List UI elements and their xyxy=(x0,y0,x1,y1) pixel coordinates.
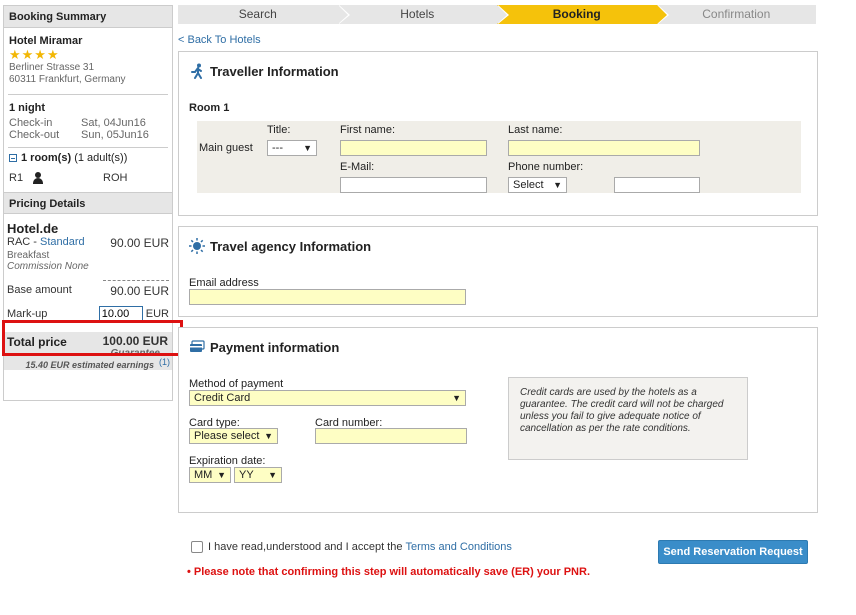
payment-method-label: Method of payment xyxy=(189,378,284,390)
agency-panel: Travel agency Information Email address xyxy=(178,226,818,317)
terms-link[interactable]: Terms and Conditions xyxy=(405,541,511,553)
address-line-1: Berliner Strasse 31 xyxy=(9,62,95,73)
email-field[interactable] xyxy=(340,177,487,193)
agency-title: Travel agency Information xyxy=(189,238,371,254)
checkin-value: Sat, 04Jun16 xyxy=(81,117,146,129)
expiration-year-select[interactable]: YY ▼ xyxy=(234,467,282,483)
rooms-count: 1 room(s) xyxy=(21,152,72,164)
booking-summary-title: Booking Summary xyxy=(4,6,172,28)
card-type-select[interactable]: Please select ▼ xyxy=(189,428,278,444)
hotel-name: Hotel Miramar xyxy=(9,35,83,47)
guarantee-label: Guarantee xyxy=(110,348,160,359)
chevron-down-icon: ▼ xyxy=(303,143,312,153)
rate-amount: 90.00 EUR xyxy=(110,236,169,250)
booking-summary-sidebar: Booking Summary Hotel Miramar ★★★★ Berli… xyxy=(3,5,173,401)
chevron-down-icon: ▼ xyxy=(217,470,226,480)
card-number-field[interactable] xyxy=(315,428,467,444)
room-id: R1 xyxy=(9,172,24,184)
email-label: E-Mail: xyxy=(340,161,375,173)
markup-label: Mark-up xyxy=(7,308,48,320)
checkout-label: Check-out xyxy=(9,129,60,141)
phone-number-field[interactable] xyxy=(614,177,700,193)
phone-label: Phone number: xyxy=(508,161,584,173)
title-select[interactable]: --- ▼ xyxy=(267,140,317,156)
pricing-details-title: Pricing Details xyxy=(4,192,172,214)
collapse-icon[interactable] xyxy=(9,154,17,162)
credit-card-icon xyxy=(190,340,205,352)
last-name-field[interactable] xyxy=(508,140,700,156)
step-search[interactable]: Search xyxy=(178,5,350,24)
address-line-2: 60311 Frankfurt, Germany xyxy=(9,74,126,85)
markup-input[interactable] xyxy=(98,306,143,322)
earnings-footnote-link[interactable]: (1) xyxy=(159,357,170,367)
agency-email-label: Email address xyxy=(189,277,259,289)
star-rating: ★★★★ xyxy=(9,47,60,62)
back-to-hotels-link[interactable]: < Back To Hotels xyxy=(178,34,261,46)
payment-panel: Payment information Method of payment Cr… xyxy=(178,327,818,513)
base-amount-label: Base amount xyxy=(7,284,72,296)
step-booking: Booking xyxy=(497,5,669,24)
breakfast-text: Breakfast xyxy=(7,250,50,261)
sun-icon xyxy=(189,238,205,254)
chevron-down-icon: ▼ xyxy=(452,393,461,403)
step-hotels[interactable]: Hotels xyxy=(337,5,509,24)
rate-prefix: RAC - xyxy=(7,236,40,248)
payment-method-select[interactable]: Credit Card ▼ xyxy=(189,390,466,406)
main-guest-label: Main guest xyxy=(199,142,253,154)
chevron-down-icon: ▼ xyxy=(553,180,562,190)
payment-title: Payment information xyxy=(189,339,339,355)
booking-steps: Search Hotels Booking Confirmation xyxy=(178,5,816,24)
agency-email-field[interactable] xyxy=(189,289,466,305)
terms-row: I have read,understood and I accept the … xyxy=(191,541,512,553)
rooms-toggle[interactable]: 1 room(s) (1 adult(s)) xyxy=(9,152,167,164)
terms-checkbox[interactable] xyxy=(191,541,203,553)
pnr-warning: • Please note that confirming this step … xyxy=(187,566,590,578)
estimated-earnings: 15.40 EUR estimated earnings xyxy=(25,360,154,370)
rate-name-link[interactable]: Standard xyxy=(40,236,85,248)
checkout-value: Sun, 05Jun16 xyxy=(81,129,149,141)
credit-card-info-box: Credit cards are used by the hotels as a… xyxy=(508,377,748,460)
room-code: ROH xyxy=(103,172,128,184)
traveller-panel: Traveller Information Room 1 Main guest … xyxy=(178,51,818,216)
total-price-box: Total price 100.00 EUR Guarantee 15.40 E… xyxy=(4,332,172,370)
first-name-field[interactable] xyxy=(340,140,487,156)
walking-person-icon xyxy=(191,63,202,79)
step-confirmation: Confirmation xyxy=(656,5,816,24)
chevron-down-icon: ▼ xyxy=(264,431,273,441)
provider-name: Hotel.de xyxy=(7,221,59,236)
last-name-label: Last name: xyxy=(508,124,563,136)
markup-row: Mark-up EUR xyxy=(7,306,169,322)
nights-count: 1 night xyxy=(9,102,46,114)
chevron-down-icon: ▼ xyxy=(268,470,277,480)
total-price-label: Total price xyxy=(7,335,67,349)
divider xyxy=(103,280,169,281)
terms-text: I have read,understood and I accept the xyxy=(208,541,403,553)
traveller-title: Traveller Information xyxy=(189,63,339,79)
person-icon xyxy=(33,172,43,184)
expiration-month-select[interactable]: MM ▼ xyxy=(189,467,231,483)
base-amount-value: 90.00 EUR xyxy=(110,284,169,298)
phone-country-select[interactable]: Select ▼ xyxy=(508,177,567,193)
title-label: Title: xyxy=(267,124,291,136)
commission-text: Commission None xyxy=(7,261,89,272)
first-name-label: First name: xyxy=(340,124,396,136)
total-price-value: 100.00 EUR xyxy=(102,334,168,348)
send-reservation-button[interactable]: Send Reservation Request xyxy=(658,540,808,564)
expiration-label: Expiration date: xyxy=(189,455,266,467)
room-label: Room 1 xyxy=(189,102,230,114)
adults-count: (1 adult(s)) xyxy=(74,152,128,164)
markup-currency: EUR xyxy=(145,308,169,320)
checkin-label: Check-in xyxy=(9,117,53,129)
